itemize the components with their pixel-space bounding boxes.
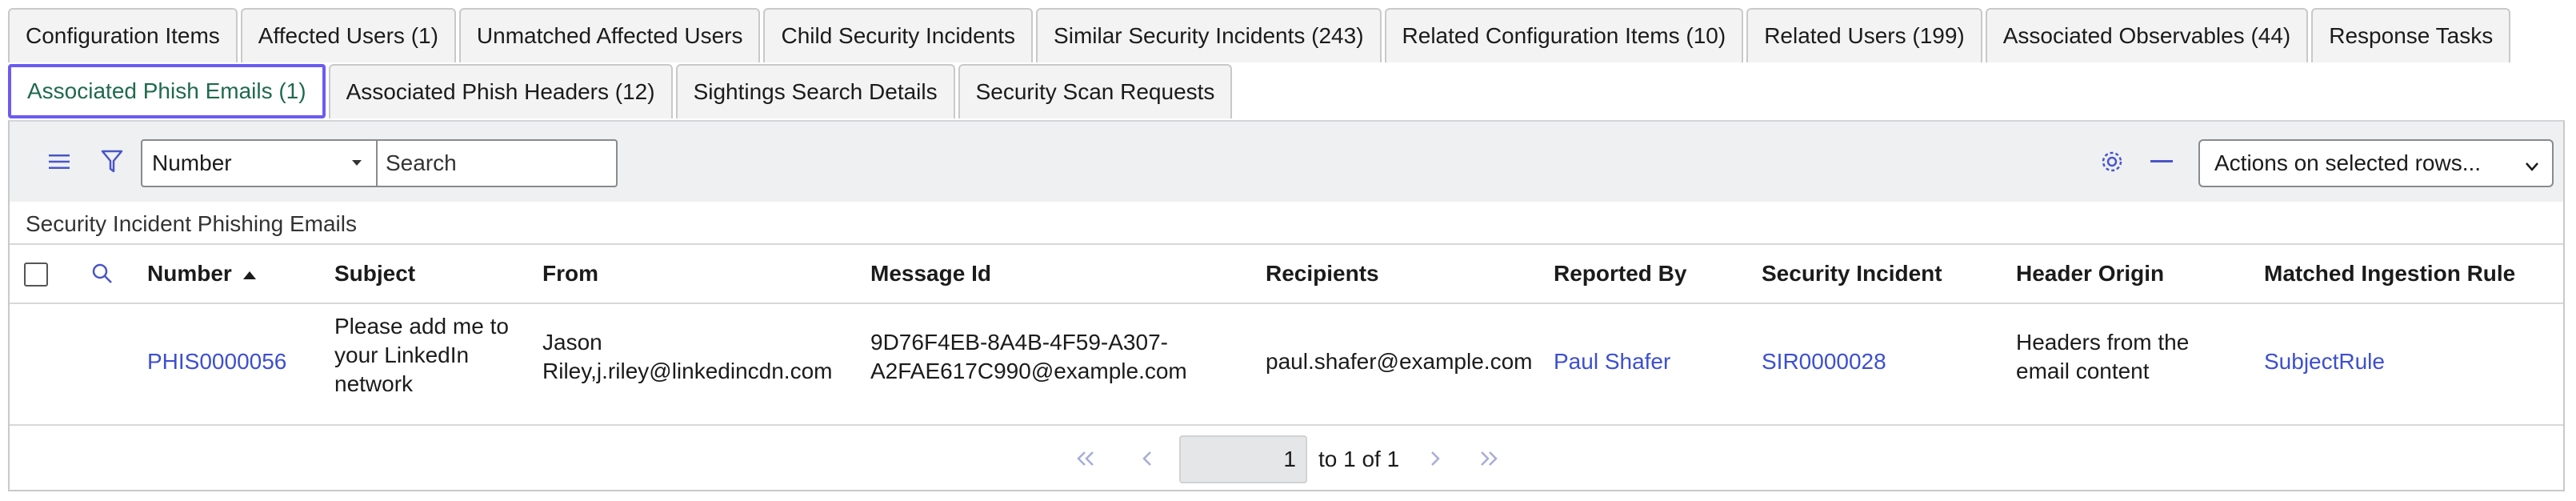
previous-page-icon[interactable] <box>1139 448 1155 474</box>
tab-associated-observables[interactable]: Associated Observables (44) <box>1985 8 2309 62</box>
related-list-panel: Number Actions on selected rows... <box>8 120 2565 491</box>
first-page-icon[interactable] <box>1074 448 1098 474</box>
gear-icon[interactable] <box>2096 146 2128 178</box>
tab-security-scan-requests[interactable]: Security Scan Requests <box>958 64 1233 118</box>
hamburger-menu-icon[interactable] <box>43 146 75 178</box>
column-header-from[interactable]: From <box>542 261 598 287</box>
tab-similar-security-incidents[interactable]: Similar Security Incidents (243) <box>1036 8 1382 62</box>
tab-row-primary: Configuration Items Affected Users (1) U… <box>8 8 2514 62</box>
cell-message-id: 9D76F4EB-8A4B-4F59-A307- A2FAE617C990@ex… <box>870 328 1187 386</box>
select-all-checkbox[interactable] <box>24 263 48 287</box>
tab-associated-phish-emails[interactable]: Associated Phish Emails (1) <box>8 64 326 118</box>
column-header-message-id[interactable]: Message Id <box>870 261 991 287</box>
cell-header-origin: Headers from the email content <box>2016 328 2189 386</box>
page-range-text: to 1 of 1 <box>1318 447 1400 471</box>
cell-message-id-line: A2FAE617C990@example.com <box>870 359 1187 383</box>
tab-response-tasks[interactable]: Response Tasks <box>2311 8 2511 62</box>
cell-message-id-line: 9D76F4EB-8A4B-4F59-A307- <box>870 330 1168 355</box>
actions-select-value: Actions on selected rows... <box>2214 150 2482 175</box>
cell-reported-by-link[interactable]: Paul Shafer <box>1554 347 1670 376</box>
cell-recipients: paul.shafer@example.com <box>1266 349 1533 374</box>
column-header-recipients[interactable]: Recipients <box>1266 261 1379 287</box>
tab-related-users[interactable]: Related Users (199) <box>1746 8 1982 62</box>
tab-configuration-items[interactable]: Configuration Items <box>8 8 238 62</box>
column-header-reported-by[interactable]: Reported By <box>1554 261 1686 287</box>
column-header-number-label: Number <box>147 261 232 286</box>
actions-on-selected-rows-select[interactable]: Actions on selected rows... <box>2198 139 2554 187</box>
chevron-down-icon <box>2523 155 2541 181</box>
search-input[interactable] <box>378 139 618 187</box>
cell-from: Jason Riley,j.riley@linkedincdn.com <box>542 328 832 386</box>
table-row: PHIS0000056 Please add me to your Linked… <box>10 303 2563 426</box>
collapse-icon[interactable] <box>2146 146 2178 178</box>
column-header-number[interactable]: Number <box>147 261 256 287</box>
last-page-icon[interactable] <box>1477 448 1501 474</box>
tab-sightings-search-details[interactable]: Sightings Search Details <box>675 64 955 118</box>
cell-subject: Please add me to your LinkedIn network <box>334 312 509 399</box>
related-lists-area: Configuration Items Affected Users (1) U… <box>0 0 2576 501</box>
search-field-select[interactable]: Number <box>141 139 378 187</box>
cell-matched-rule-link[interactable]: SubjectRule <box>2264 347 2385 376</box>
list-title: Security Incident Phishing Emails <box>26 211 357 236</box>
search-field-select-value: Number <box>152 150 232 175</box>
next-page-icon[interactable] <box>1427 448 1443 474</box>
filter-icon[interactable] <box>96 146 128 178</box>
page-number-input[interactable] <box>1179 435 1307 483</box>
cell-from-line: Jason <box>542 330 602 355</box>
search-column-icon[interactable] <box>91 263 114 291</box>
column-header-matched-ingestion-rule[interactable]: Matched Ingestion Rule <box>2264 261 2515 287</box>
tab-related-configuration-items[interactable]: Related Configuration Items (10) <box>1384 8 1744 62</box>
tab-row-secondary: Associated Phish Emails (1) Associated P… <box>8 64 1235 118</box>
cell-subject-line: your LinkedIn <box>334 343 470 367</box>
list-toolbar: Number Actions on selected rows... <box>10 122 2563 202</box>
caret-down-icon <box>352 160 362 166</box>
column-header-header-origin[interactable]: Header Origin <box>2016 261 2164 287</box>
cell-from-line: Riley,j.riley@linkedincdn.com <box>542 359 833 383</box>
tab-affected-users[interactable]: Affected Users (1) <box>240 8 456 62</box>
cell-number-link[interactable]: PHIS0000056 <box>147 347 286 376</box>
sort-ascending-icon <box>242 271 256 279</box>
cell-header-origin-line: Headers from the <box>2016 330 2190 355</box>
cell-subject-line: network <box>334 371 414 396</box>
tab-child-security-incidents[interactable]: Child Security Incidents <box>763 8 1034 62</box>
pagination: to 1 of 1 <box>10 427 2563 491</box>
column-header-security-incident[interactable]: Security Incident <box>1762 261 1942 287</box>
cell-security-incident-link[interactable]: SIR0000028 <box>1762 347 1886 376</box>
table-header: Number Subject From Message Id Recipient… <box>10 243 2563 304</box>
column-header-subject[interactable]: Subject <box>334 261 415 287</box>
cell-header-origin-line: email content <box>2016 359 2150 383</box>
tab-associated-phish-headers[interactable]: Associated Phish Headers (12) <box>328 64 673 118</box>
cell-subject-line: Please add me to <box>334 314 509 339</box>
tab-unmatched-affected-users[interactable]: Unmatched Affected Users <box>458 8 761 62</box>
